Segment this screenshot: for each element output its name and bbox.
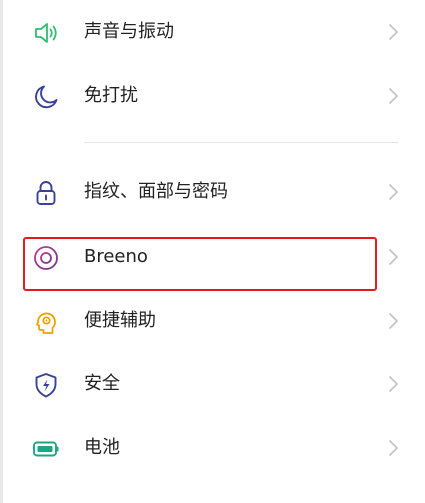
settings-item-do-not-disturb[interactable]: 免打扰 <box>0 64 425 128</box>
settings-item-label: 指纹、面部与密码 <box>84 181 228 202</box>
shield-icon <box>32 371 60 399</box>
highlight-box <box>23 237 377 291</box>
settings-item-security[interactable]: 安全 <box>0 352 425 416</box>
speaker-icon <box>32 19 60 47</box>
settings-item-label: 安全 <box>84 373 120 394</box>
settings-item-biometrics-password[interactable]: 指纹、面部与密码 <box>0 160 425 224</box>
settings-item-label: 声音与振动 <box>84 21 174 42</box>
partial-item-icon <box>34 495 56 503</box>
settings-item-sound[interactable]: 声音与振动 <box>0 0 425 64</box>
chevron-right-icon <box>386 439 400 457</box>
settings-item-label: 便捷辅助 <box>84 310 156 331</box>
settings-item-label: 电池 <box>84 437 120 458</box>
moon-icon <box>32 83 60 111</box>
chevron-right-icon <box>386 87 400 105</box>
settings-item-label: 免打扰 <box>84 85 138 106</box>
lock-icon <box>32 179 60 207</box>
chevron-right-icon <box>386 248 400 266</box>
settings-item-battery[interactable]: 电池 <box>0 416 425 480</box>
assist-icon <box>32 308 60 336</box>
battery-icon <box>32 435 60 463</box>
chevron-right-icon <box>386 23 400 41</box>
chevron-right-icon <box>386 312 400 330</box>
chevron-right-icon <box>386 183 400 201</box>
section-divider <box>84 142 398 143</box>
settings-item-convenience-assist[interactable]: 便捷辅助 <box>0 289 425 353</box>
chevron-right-icon <box>386 375 400 393</box>
